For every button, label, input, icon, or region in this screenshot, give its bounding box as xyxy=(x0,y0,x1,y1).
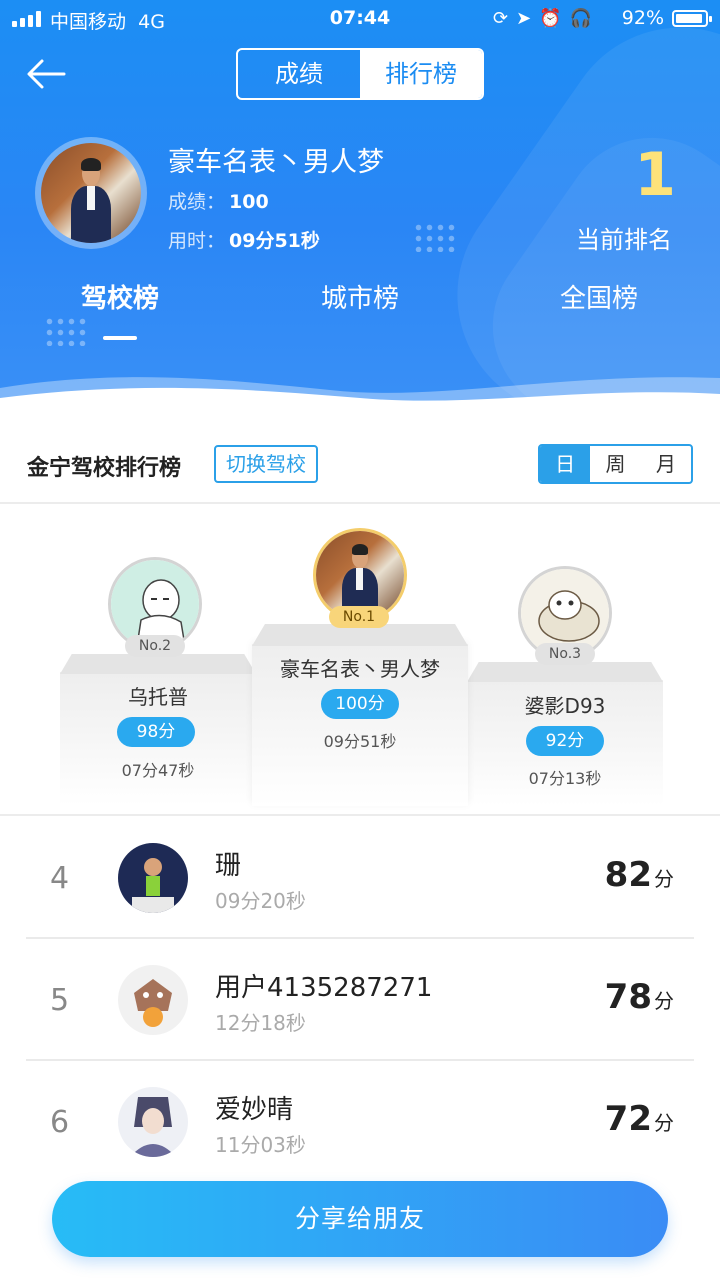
podium: No.2 乌托普 98分 07分47秒 No.3 婆影D93 92分 07分13… xyxy=(0,506,720,816)
podium-name: 乌托普 xyxy=(128,685,188,709)
tab-school-board[interactable]: 驾校榜 xyxy=(40,278,200,315)
current-rank-value: 1 xyxy=(634,140,676,210)
podium-score: 98分 xyxy=(117,717,195,747)
rank-badge: No.3 xyxy=(535,643,595,665)
tab-leaderboard[interactable]: 排行榜 xyxy=(360,50,482,98)
header: 中国移动 4G 07:44 ⟳ ➤ ⏰ 🎧 92% 成绩 排行榜 豪车名表丶男人… xyxy=(0,0,720,410)
school-board-title: 金宁驾校排行榜 xyxy=(27,456,182,481)
podium-name: 婆影D93 xyxy=(524,694,606,718)
podium-time: 07分47秒 xyxy=(121,761,195,780)
period-day[interactable]: 日 xyxy=(540,446,591,482)
podium-time: 09分51秒 xyxy=(323,732,397,751)
tab-score[interactable]: 成绩 xyxy=(238,50,360,98)
switch-school-button[interactable]: 切换驾校 xyxy=(214,445,318,483)
avatar xyxy=(118,843,188,913)
rank-number: 6 xyxy=(50,1105,70,1140)
tab-national-board[interactable]: 全国榜 xyxy=(519,278,679,315)
tab-indicator xyxy=(103,336,137,340)
alarm-icon: ⏰ xyxy=(539,8,562,29)
header-wave xyxy=(0,377,720,410)
dots-decoration xyxy=(44,316,88,346)
user-score: 82 分 xyxy=(604,855,674,895)
user-time: 09分20秒 xyxy=(215,889,306,913)
list-item[interactable]: 4 珊 09分20秒 82 分 xyxy=(26,817,694,939)
user-time: 11分03秒 xyxy=(215,1133,306,1157)
headphones-icon: 🎧 xyxy=(569,8,592,29)
rank-number: 5 xyxy=(50,983,70,1018)
list-item[interactable]: 5 用户4135287271 12分18秒 78 分 xyxy=(26,939,694,1061)
period-month[interactable]: 月 xyxy=(641,446,691,482)
clock: 07:44 xyxy=(329,7,391,29)
podium-name: 豪车名表丶男人梦 xyxy=(280,657,440,681)
status-bar: 中国移动 4G 07:44 ⟳ ➤ ⏰ 🎧 92% xyxy=(0,0,720,36)
avatar xyxy=(118,1087,188,1157)
rank-number: 4 xyxy=(50,861,70,896)
period-week[interactable]: 周 xyxy=(590,446,640,482)
podium-score: 92分 xyxy=(526,726,604,756)
avatar xyxy=(118,965,188,1035)
rank-badge: No.1 xyxy=(329,606,389,628)
profile-name: 豪车名表丶男人梦 xyxy=(168,147,384,178)
rotation-lock-icon: ⟳ xyxy=(492,8,509,29)
battery-percent: 92% xyxy=(621,7,664,29)
tab-city-board[interactable]: 城市榜 xyxy=(280,278,440,315)
user-name: 爱妙晴 xyxy=(215,1095,294,1125)
location-icon: ➤ xyxy=(516,8,532,29)
avatar[interactable] xyxy=(35,137,147,249)
podium-time: 07分13秒 xyxy=(528,769,602,788)
list-item[interactable]: 6 爱妙晴 11分03秒 72 分 xyxy=(26,1061,694,1183)
podium-score: 100分 xyxy=(321,689,399,719)
current-rank-label: 当前排名 xyxy=(576,226,672,254)
user-name: 用户4135287271 xyxy=(215,973,433,1003)
user-score: 72 分 xyxy=(604,1099,674,1139)
back-arrow-icon[interactable] xyxy=(24,56,68,92)
profile-time: 用时： 09分51秒 xyxy=(168,230,320,252)
period-switcher: 日 周 月 xyxy=(538,444,693,484)
user-time: 12分18秒 xyxy=(215,1011,306,1035)
battery-icon xyxy=(672,10,712,27)
profile-score: 成绩： 100 xyxy=(168,191,269,213)
dots-decoration xyxy=(413,222,457,252)
user-score: 78 分 xyxy=(604,977,674,1017)
rank-badge: No.2 xyxy=(125,635,185,657)
view-switcher: 成绩 排行榜 xyxy=(236,48,484,100)
board-tabs: 驾校榜 城市榜 全国榜 xyxy=(0,278,720,318)
school-bar: 金宁驾校排行榜 切换驾校 日 周 月 xyxy=(0,424,720,504)
share-button[interactable]: 分享给朋友 xyxy=(52,1181,668,1257)
user-name: 珊 xyxy=(215,851,242,881)
